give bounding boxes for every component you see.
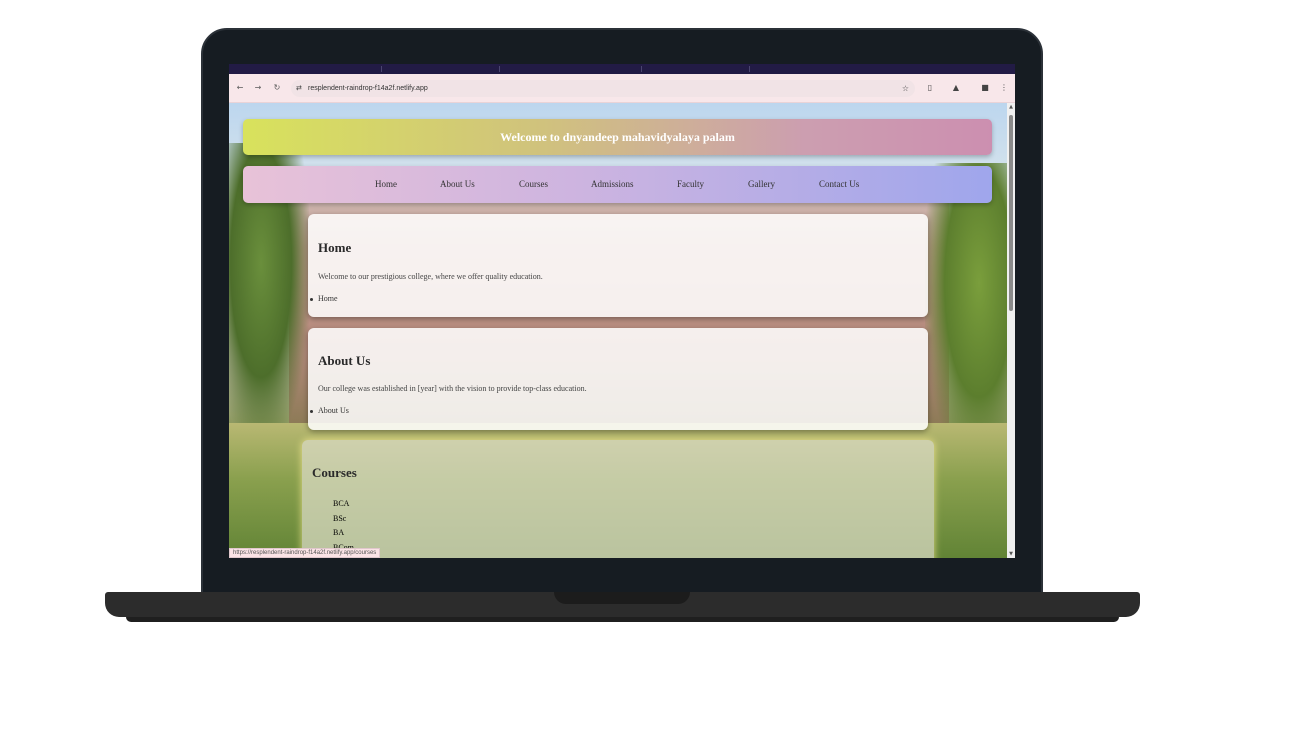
about-title: About Us (318, 353, 371, 368)
scroll-down-icon[interactable]: ▼ (1008, 551, 1014, 557)
laptop-screen: ← → ↻ ⇄ resplendent-raindrop-f14a2f.netl… (229, 64, 1015, 558)
puzzle-icon[interactable]: ▯ (924, 82, 936, 94)
scrollbar-thumb[interactable] (1009, 115, 1013, 311)
course-item: BCA (333, 499, 350, 508)
site-header: Welcome to dnyandeep mahavidyalaya palam (243, 119, 992, 155)
tune-icon[interactable]: ⇄ (296, 83, 302, 94)
tree-right-background (925, 163, 1015, 463)
status-bar-url: https://resplendent-raindrop-f14a2f.netl… (229, 548, 381, 558)
browser-tab-strip (229, 64, 1015, 74)
course-item: BSc (333, 513, 347, 523)
profile-icon[interactable]: ▲ (950, 82, 962, 94)
course-item: BA (333, 528, 345, 537)
courses-section: Courses BCA BSc BA BCom (302, 440, 934, 558)
arrow-right-icon[interactable]: → (252, 82, 264, 94)
nav-contact-us[interactable]: Contact Us (819, 166, 859, 203)
page-scrollbar[interactable]: ▲ ▼ (1007, 103, 1015, 558)
arrow-left-icon[interactable]: ← (234, 82, 246, 94)
scroll-up-icon[interactable]: ▲ (1008, 104, 1014, 110)
nav-courses[interactable]: Courses (519, 166, 548, 203)
reload-icon[interactable]: ↻ (271, 82, 283, 94)
home-link[interactable]: Home (310, 294, 338, 303)
kebab-menu-icon[interactable]: ⋮ (998, 82, 1010, 94)
laptop-notch (554, 592, 690, 604)
courses-title: Courses (312, 465, 357, 480)
home-section: Home Welcome to our prestigious college,… (308, 214, 928, 317)
account-icon[interactable]: ■ (979, 82, 991, 94)
laptop-foot (126, 617, 1119, 622)
site-nav: Home About Us Courses Admissions Faculty… (243, 166, 992, 203)
about-text: Our college was established in [year] wi… (318, 384, 587, 393)
nav-home[interactable]: Home (375, 166, 397, 203)
star-icon[interactable]: ☆ (902, 83, 909, 94)
address-bar[interactable]: ⇄ resplendent-raindrop-f14a2f.netlify.ap… (291, 80, 915, 97)
about-section: About Us Our college was established in … (308, 328, 928, 430)
nav-faculty[interactable]: Faculty (677, 166, 704, 203)
about-link[interactable]: About Us (310, 406, 349, 415)
browser-toolbar: ← → ↻ ⇄ resplendent-raindrop-f14a2f.netl… (229, 74, 1015, 103)
home-text: Welcome to our prestigious college, wher… (318, 272, 543, 281)
nav-gallery[interactable]: Gallery (748, 166, 775, 203)
nav-about-us[interactable]: About Us (440, 166, 475, 203)
address-url: resplendent-raindrop-f14a2f.netlify.app (308, 85, 428, 92)
home-title: Home (318, 240, 352, 255)
page-viewport: Welcome to dnyandeep mahavidyalaya palam… (229, 103, 1015, 558)
nav-admissions[interactable]: Admissions (591, 166, 634, 203)
